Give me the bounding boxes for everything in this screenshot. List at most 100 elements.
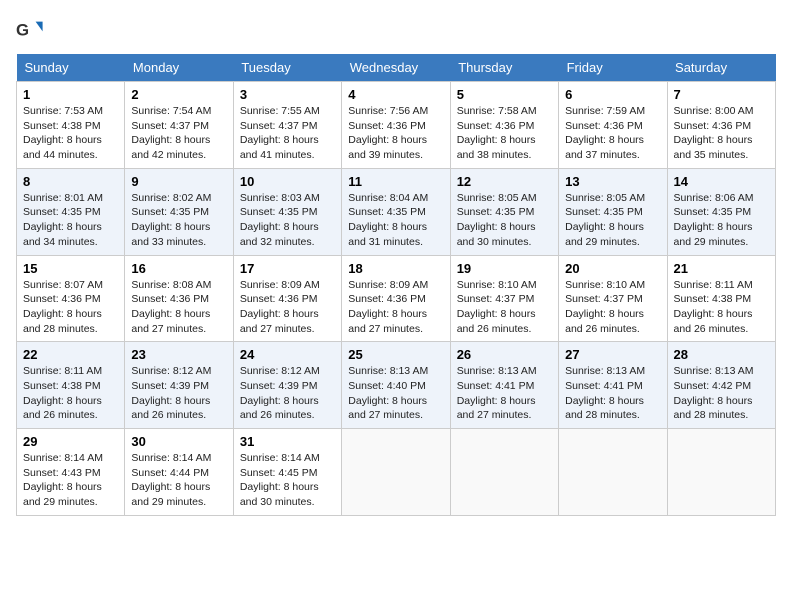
day-number: 29 [23,434,118,449]
day-number: 26 [457,347,552,362]
calendar-cell: 14 Sunrise: 8:06 AMSunset: 4:35 PMDayligh… [667,168,775,255]
calendar-cell: 19 Sunrise: 8:10 AMSunset: 4:37 PMDayligh… [450,255,558,342]
calendar-cell [667,429,775,516]
cell-info: Sunrise: 7:55 AMSunset: 4:37 PMDaylight:… [240,104,335,163]
day-number: 11 [348,174,443,189]
cell-info: Sunrise: 8:13 AMSunset: 4:40 PMDaylight:… [348,364,443,423]
day-number: 24 [240,347,335,362]
calendar-header-row: SundayMondayTuesdayWednesdayThursdayFrid… [17,54,776,82]
calendar-cell: 18 Sunrise: 8:09 AMSunset: 4:36 PMDayligh… [342,255,450,342]
cell-info: Sunrise: 8:11 AMSunset: 4:38 PMDaylight:… [674,278,769,337]
calendar-cell: 15 Sunrise: 8:07 AMSunset: 4:36 PMDayligh… [17,255,125,342]
calendar-cell: 24 Sunrise: 8:12 AMSunset: 4:39 PMDayligh… [233,342,341,429]
calendar-cell: 25 Sunrise: 8:13 AMSunset: 4:40 PMDayligh… [342,342,450,429]
day-number: 23 [131,347,226,362]
calendar-week-1: 1 Sunrise: 7:53 AMSunset: 4:38 PMDaylight… [17,82,776,169]
day-number: 13 [565,174,660,189]
calendar-cell: 28 Sunrise: 8:13 AMSunset: 4:42 PMDayligh… [667,342,775,429]
cell-info: Sunrise: 7:58 AMSunset: 4:36 PMDaylight:… [457,104,552,163]
cell-info: Sunrise: 8:13 AMSunset: 4:41 PMDaylight:… [565,364,660,423]
cell-info: Sunrise: 8:14 AMSunset: 4:44 PMDaylight:… [131,451,226,510]
calendar-week-4: 22Sunrise: 8:11 AMSunset: 4:38 PMDayligh… [17,342,776,429]
day-number: 5 [457,87,552,102]
day-number: 14 [674,174,769,189]
day-number: 17 [240,261,335,276]
cell-info: Sunrise: 8:12 AMSunset: 4:39 PMDaylight:… [240,364,335,423]
day-number: 1 [23,87,118,102]
day-number: 8 [23,174,118,189]
calendar-cell [450,429,558,516]
day-number: 9 [131,174,226,189]
calendar-cell: 1 Sunrise: 7:53 AMSunset: 4:38 PMDaylight… [17,82,125,169]
cell-info: Sunrise: 7:56 AMSunset: 4:36 PMDaylight:… [348,104,443,163]
calendar-cell: 4Sunrise: 7:56 AMSunset: 4:36 PMDaylight… [342,82,450,169]
cell-info: Sunrise: 8:09 AMSunset: 4:36 PMDaylight:… [240,278,335,337]
day-number: 31 [240,434,335,449]
calendar-cell: 17 Sunrise: 8:09 AMSunset: 4:36 PMDayligh… [233,255,341,342]
cell-info: Sunrise: 8:10 AMSunset: 4:37 PMDaylight:… [457,278,552,337]
cell-info: Sunrise: 8:12 AMSunset: 4:39 PMDaylight:… [131,364,226,423]
cell-info: Sunrise: 8:14 AMSunset: 4:43 PMDaylight:… [23,451,118,510]
cell-info: Sunrise: 8:01 AMSunset: 4:35 PMDaylight:… [23,191,118,250]
cell-info: Sunrise: 8:03 AMSunset: 4:35 PMDaylight:… [240,191,335,250]
calendar-cell: 2Sunrise: 7:54 AMSunset: 4:37 PMDaylight… [125,82,233,169]
col-header-saturday: Saturday [667,54,775,82]
calendar-cell: 31 Sunrise: 8:14 AMSunset: 4:45 PMDayligh… [233,429,341,516]
col-header-monday: Monday [125,54,233,82]
day-number: 30 [131,434,226,449]
calendar-cell: 3 Sunrise: 7:55 AMSunset: 4:37 PMDaylight… [233,82,341,169]
day-number: 25 [348,347,443,362]
cell-info: Sunrise: 8:06 AMSunset: 4:35 PMDaylight:… [674,191,769,250]
calendar-cell: 6Sunrise: 7:59 AMSunset: 4:36 PMDaylight… [559,82,667,169]
cell-info: Sunrise: 8:09 AMSunset: 4:36 PMDaylight:… [348,278,443,337]
day-number: 19 [457,261,552,276]
calendar-cell [342,429,450,516]
cell-info: Sunrise: 8:13 AMSunset: 4:42 PMDaylight:… [674,364,769,423]
day-number: 6 [565,87,660,102]
cell-info: Sunrise: 8:13 AMSunset: 4:41 PMDaylight:… [457,364,552,423]
calendar-cell: 8 Sunrise: 8:01 AMSunset: 4:35 PMDaylight… [17,168,125,255]
calendar-week-2: 8 Sunrise: 8:01 AMSunset: 4:35 PMDaylight… [17,168,776,255]
cell-info: Sunrise: 8:02 AMSunset: 4:35 PMDaylight:… [131,191,226,250]
calendar-week-5: 29 Sunrise: 8:14 AMSunset: 4:43 PMDayligh… [17,429,776,516]
calendar-cell [559,429,667,516]
calendar-cell: 20Sunrise: 8:10 AMSunset: 4:37 PMDayligh… [559,255,667,342]
day-number: 16 [131,261,226,276]
day-number: 10 [240,174,335,189]
cell-info: Sunrise: 8:07 AMSunset: 4:36 PMDaylight:… [23,278,118,337]
day-number: 27 [565,347,660,362]
col-header-tuesday: Tuesday [233,54,341,82]
col-header-wednesday: Wednesday [342,54,450,82]
calendar-cell: 26 Sunrise: 8:13 AMSunset: 4:41 PMDayligh… [450,342,558,429]
calendar-cell: 22Sunrise: 8:11 AMSunset: 4:38 PMDayligh… [17,342,125,429]
calendar-cell: 5 Sunrise: 7:58 AMSunset: 4:36 PMDaylight… [450,82,558,169]
calendar-cell: 21Sunrise: 8:11 AMSunset: 4:38 PMDayligh… [667,255,775,342]
logo: G [16,16,48,44]
day-number: 2 [131,87,226,102]
day-number: 3 [240,87,335,102]
calendar-cell: 10 Sunrise: 8:03 AMSunset: 4:35 PMDayligh… [233,168,341,255]
cell-info: Sunrise: 8:05 AMSunset: 4:35 PMDaylight:… [565,191,660,250]
cell-info: Sunrise: 7:53 AMSunset: 4:38 PMDaylight:… [23,104,118,163]
day-number: 7 [674,87,769,102]
calendar-cell: 30 Sunrise: 8:14 AMSunset: 4:44 PMDayligh… [125,429,233,516]
cell-info: Sunrise: 8:05 AMSunset: 4:35 PMDaylight:… [457,191,552,250]
day-number: 12 [457,174,552,189]
cell-info: Sunrise: 8:14 AMSunset: 4:45 PMDaylight:… [240,451,335,510]
calendar-cell: 16Sunrise: 8:08 AMSunset: 4:36 PMDayligh… [125,255,233,342]
logo-icon: G [16,16,44,44]
col-header-thursday: Thursday [450,54,558,82]
calendar-cell: 23 Sunrise: 8:12 AMSunset: 4:39 PMDayligh… [125,342,233,429]
day-number: 18 [348,261,443,276]
day-number: 15 [23,261,118,276]
page-header: G [16,16,776,44]
calendar-cell: 12 Sunrise: 8:05 AMSunset: 4:35 PMDayligh… [450,168,558,255]
day-number: 28 [674,347,769,362]
calendar-cell: 9 Sunrise: 8:02 AMSunset: 4:35 PMDaylight… [125,168,233,255]
svg-text:G: G [16,21,29,40]
cell-info: Sunrise: 8:04 AMSunset: 4:35 PMDaylight:… [348,191,443,250]
cell-info: Sunrise: 8:11 AMSunset: 4:38 PMDaylight:… [23,364,118,423]
cell-info: Sunrise: 8:00 AMSunset: 4:36 PMDaylight:… [674,104,769,163]
calendar-week-3: 15 Sunrise: 8:07 AMSunset: 4:36 PMDayligh… [17,255,776,342]
cell-info: Sunrise: 8:10 AMSunset: 4:37 PMDaylight:… [565,278,660,337]
